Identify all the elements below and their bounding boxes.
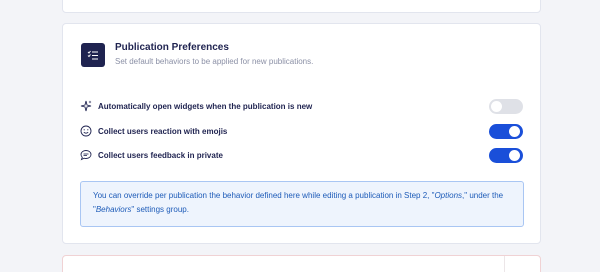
- chat-bubble-icon: [80, 149, 92, 161]
- list-settings-icon: [81, 43, 105, 67]
- options-emphasis: Options: [434, 191, 463, 200]
- setting-label: Collect users feedback in private: [98, 150, 223, 160]
- previous-card: [62, 0, 541, 13]
- next-card: [62, 255, 541, 272]
- auto-open-widgets-toggle[interactable]: [489, 98, 523, 114]
- setting-row-emoji-reactions: Collect users reaction with emojis: [80, 123, 523, 139]
- setting-row-auto-open-widgets: Automatically open widgets when the publ…: [80, 98, 523, 114]
- setting-row-private-feedback: Collect users feedback in private: [80, 147, 523, 163]
- setting-label: Collect users reaction with emojis: [98, 126, 228, 136]
- toggle-knob: [509, 149, 520, 161]
- sparkles-icon: [80, 100, 92, 112]
- info-text-1: You can override per publication the beh…: [93, 191, 435, 200]
- smiley-icon: [80, 125, 92, 137]
- private-feedback-toggle[interactable]: [489, 147, 523, 163]
- setting-label: Automatically open widgets when the publ…: [98, 101, 313, 111]
- emoji-reactions-toggle[interactable]: [489, 123, 523, 139]
- publication-preferences-card: Publication Preferences Set default beha…: [62, 23, 541, 244]
- toggle-knob: [509, 125, 520, 137]
- section-title: Publication Preferences: [115, 42, 229, 53]
- toggle-knob: [491, 100, 502, 112]
- info-note: You can override per publication the beh…: [80, 181, 524, 227]
- section-subtitle: Set default behaviors to be applied for …: [115, 57, 314, 66]
- behaviors-emphasis: Behaviors: [95, 205, 132, 214]
- info-text-3: " settings group.: [131, 205, 189, 214]
- card-divider: [504, 256, 505, 272]
